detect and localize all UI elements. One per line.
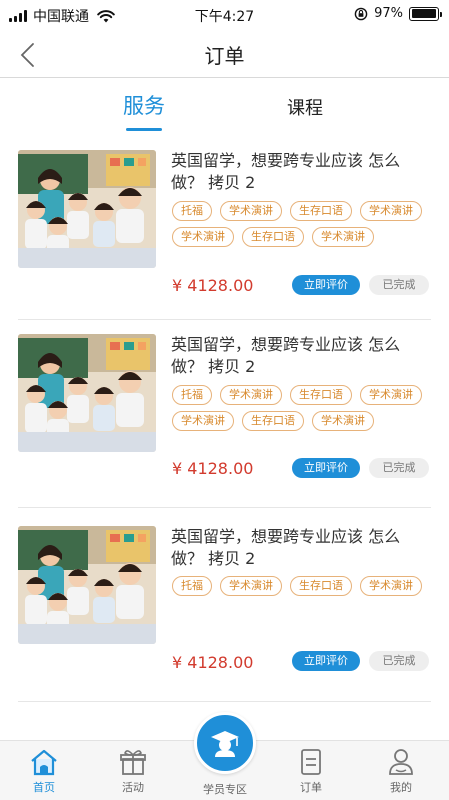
status-bar-right: 97%: [354, 6, 442, 21]
tag: 生存口语: [290, 576, 352, 596]
review-button[interactable]: 立即评价: [292, 458, 360, 478]
tab-student-zone-label: 学员专区: [203, 783, 247, 796]
review-button[interactable]: 立即评价: [292, 651, 360, 671]
order-tags: 托福 学术演讲 生存口语 学术演讲 学术演讲 生存口语 学术演讲: [172, 201, 434, 247]
tab-activity[interactable]: 活动: [103, 747, 163, 795]
tab-mine[interactable]: 我的: [371, 747, 431, 795]
status-badge: 已完成: [369, 275, 429, 295]
order-tags: 托福 学术演讲 生存口语 学术演讲: [172, 576, 434, 596]
active-tab-indicator: [126, 128, 162, 131]
tag: 托福: [172, 385, 212, 405]
tag: 学术演讲: [312, 227, 374, 247]
tag: 学术演讲: [312, 411, 374, 431]
tag: 学术演讲: [172, 411, 234, 431]
tag: 生存口语: [242, 411, 304, 431]
user-icon: [389, 749, 413, 775]
review-button[interactable]: 立即评价: [292, 275, 360, 295]
order-price: ¥ 4128.00: [172, 653, 254, 672]
tab-service[interactable]: 服务: [123, 90, 165, 120]
status-bar: 中国联通 下午4:27 97%: [0, 0, 449, 30]
order-price: ¥ 4128.00: [172, 276, 254, 295]
divider: [18, 701, 431, 702]
tag: 学术演讲: [220, 201, 282, 221]
nav-bar: 订单: [0, 30, 449, 78]
tag: 学术演讲: [360, 385, 422, 405]
tab-home[interactable]: 首页: [14, 747, 74, 795]
student-zone-button[interactable]: [194, 712, 256, 774]
tag: 托福: [172, 576, 212, 596]
tab-orders-label: 订单: [300, 781, 322, 794]
status-badge: 已完成: [369, 458, 429, 478]
tag: 生存口语: [290, 385, 352, 405]
tag: 学术演讲: [220, 576, 282, 596]
tag: 学术演讲: [220, 385, 282, 405]
home-icon: [31, 749, 57, 776]
tab-home-label: 首页: [33, 781, 55, 794]
tag: 学术演讲: [172, 227, 234, 247]
order-title: 英国留学，想要跨专业应该 怎么做？ 拷贝 2: [171, 335, 401, 376]
rotation-lock-icon: [354, 7, 368, 20]
tab-activity-label: 活动: [122, 781, 144, 794]
tab-course[interactable]: 课程: [287, 94, 323, 120]
status-badge: 已完成: [369, 651, 429, 671]
tag: 生存口语: [242, 227, 304, 247]
tab-mine-label: 我的: [390, 781, 412, 794]
order-card[interactable]: 英国留学，想要跨专业应该 怎么做？ 拷贝 2 托福 学术演讲 生存口语 学术演讲…: [0, 140, 449, 320]
course-thumbnail[interactable]: [18, 334, 156, 452]
order-title: 英国留学，想要跨专业应该 怎么做？ 拷贝 2: [171, 527, 401, 568]
classroom-photo: [18, 526, 156, 644]
gift-icon: [120, 750, 146, 775]
tag: 托福: [172, 201, 212, 221]
tag: 生存口语: [290, 201, 352, 221]
order-card[interactable]: 英国留学，想要跨专业应该 怎么做？ 拷贝 2 托福 学术演讲 生存口语 学术演讲…: [0, 320, 449, 508]
course-thumbnail[interactable]: [18, 526, 156, 644]
graduate-icon: [211, 731, 239, 757]
order-tabs: 服务 课程: [0, 82, 449, 138]
classroom-photo: [18, 150, 156, 268]
order-price: ¥ 4128.00: [172, 459, 254, 478]
order-tags: 托福 学术演讲 生存口语 学术演讲 学术演讲 生存口语 学术演讲: [172, 385, 434, 431]
battery-percent: 97%: [374, 6, 403, 21]
tag: 学术演讲: [360, 576, 422, 596]
course-thumbnail[interactable]: [18, 150, 156, 268]
order-list-icon: [301, 749, 321, 775]
page-title: 订单: [204, 44, 245, 68]
order-card[interactable]: 英国留学，想要跨专业应该 怎么做？ 拷贝 2 托福 学术演讲 生存口语 学术演讲…: [0, 508, 449, 702]
tag: 学术演讲: [360, 201, 422, 221]
order-title: 英国留学，想要跨专业应该 怎么做？ 拷贝 2: [171, 151, 401, 192]
classroom-photo: [18, 334, 156, 452]
tab-orders[interactable]: 订单: [281, 747, 341, 795]
battery-icon: [409, 6, 442, 21]
